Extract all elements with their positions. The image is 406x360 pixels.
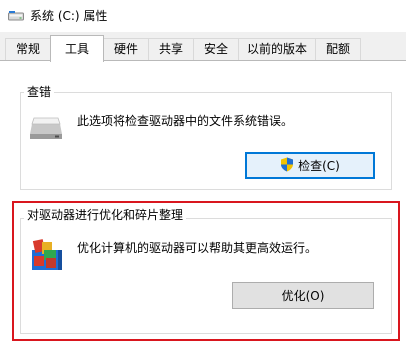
optimize-title: 对驱动器进行优化和碎片整理 <box>24 208 187 222</box>
check-button[interactable]: 检查(C) <box>245 152 375 179</box>
error-checking-description: 此选项将检查驱动器中的文件系统错误。 <box>77 114 294 128</box>
tab-previous-versions[interactable]: 以前的版本 <box>238 38 316 60</box>
tab-hardware[interactable]: 硬件 <box>103 38 149 60</box>
optimize-button[interactable]: 优化(O) <box>232 282 374 309</box>
tab-quota[interactable]: 配额 <box>315 38 361 60</box>
tab-security[interactable]: 安全 <box>193 38 239 60</box>
optimize-button-label: 优化(O) <box>281 289 325 303</box>
uac-shield-icon <box>280 157 294 175</box>
tab-tools[interactable]: 工具 <box>50 35 104 62</box>
tab-general[interactable]: 常规 <box>5 38 51 60</box>
title-bar: 系统 (C:) 属性 <box>0 0 406 32</box>
drive-icon <box>28 114 64 142</box>
optimize-description: 优化计算机的驱动器可以帮助其更高效运行。 <box>77 241 318 255</box>
optimize-group <box>20 218 392 334</box>
error-checking-title: 查错 <box>24 85 55 99</box>
defrag-icon <box>30 236 64 272</box>
check-button-label: 检查(C) <box>298 159 340 173</box>
tab-sharing[interactable]: 共享 <box>148 38 194 60</box>
drive-window-icon <box>8 9 24 23</box>
window-title: 系统 (C:) 属性 <box>30 9 108 23</box>
